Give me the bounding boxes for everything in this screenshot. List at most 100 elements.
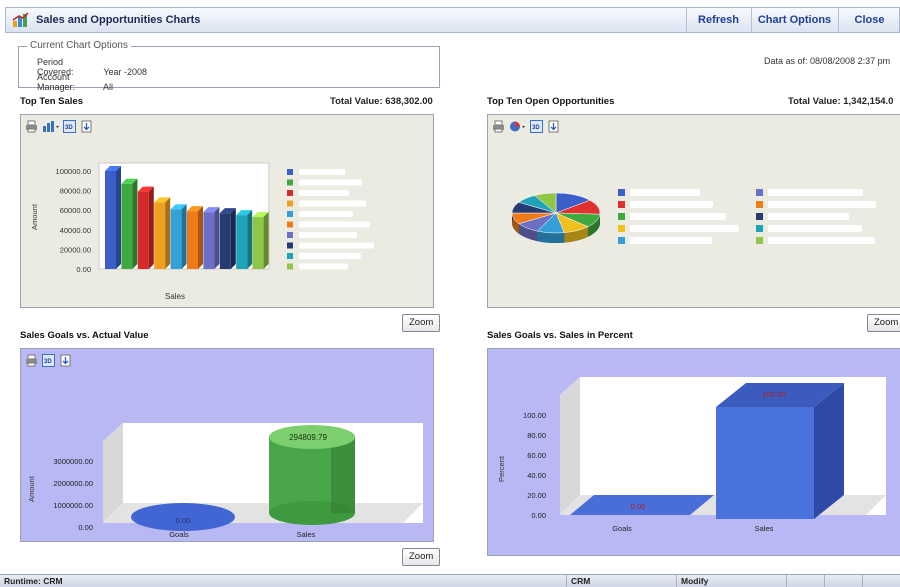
y-tick-label: 40000.00 bbox=[60, 226, 91, 235]
legend-entry-redacted bbox=[630, 225, 739, 232]
3d-view-icon[interactable]: 3D bbox=[42, 354, 55, 367]
goals-vs-percent-chart: 100.00 80.00 60.00 40.00 20.00 0.00 0.00 100.… bbox=[487, 348, 900, 556]
bar-side bbox=[198, 206, 203, 269]
legend-entry-redacted bbox=[299, 169, 345, 175]
legend-entry-redacted bbox=[299, 242, 374, 249]
legend-swatch bbox=[756, 201, 763, 208]
bar bbox=[236, 215, 248, 269]
manager-row: Account Manager: All bbox=[37, 72, 113, 92]
y-tick-label: 3000000.00 bbox=[53, 457, 93, 466]
3d-view-icon[interactable]: 3D bbox=[63, 120, 76, 133]
legend-entry-redacted bbox=[299, 263, 348, 270]
legend-swatch bbox=[618, 201, 625, 208]
goals-value-label: 0.00 bbox=[631, 502, 646, 511]
manager-value: All bbox=[103, 82, 114, 92]
y-axis-label: Amount bbox=[27, 475, 36, 502]
refresh-button[interactable]: Refresh bbox=[686, 8, 750, 32]
y-tick-label: 0.00 bbox=[78, 523, 93, 532]
legend-entry-redacted bbox=[299, 221, 370, 228]
x-axis-label: Sales bbox=[165, 292, 185, 301]
window-title: Sales and Opportunities Charts bbox=[36, 14, 201, 26]
bar bbox=[203, 212, 215, 269]
legend-entry-redacted bbox=[299, 200, 366, 207]
chart-toolbar: 3D bbox=[21, 115, 433, 139]
top-ten-sales-plot: 100000.00 80000.00 60000.00 40000.00 20000.0… bbox=[30, 162, 374, 301]
print-icon[interactable] bbox=[25, 120, 38, 133]
sales-charts-window: Sales and Opportunities Charts Refresh C… bbox=[0, 0, 900, 587]
bar bbox=[137, 191, 149, 269]
top-ten-sales-panel: Top Ten Sales Total Value: 638,302.00 3D… bbox=[20, 96, 441, 332]
sales-category-label: Sales bbox=[297, 530, 316, 539]
export-icon[interactable] bbox=[59, 354, 72, 367]
status-runtime: Runtime: CRM bbox=[4, 576, 63, 586]
y-tick-label: 100000.00 bbox=[56, 167, 91, 176]
plot-side-wall bbox=[560, 377, 580, 515]
legend-entry-redacted bbox=[768, 225, 862, 232]
bar-side bbox=[181, 204, 187, 269]
y-tick-label: 60.00 bbox=[527, 451, 546, 460]
y-tick-label: 20000.00 bbox=[60, 245, 91, 254]
3d-view-icon[interactable]: 3D bbox=[530, 120, 543, 133]
pie-type-icon[interactable] bbox=[509, 120, 527, 133]
legend-swatch bbox=[756, 237, 763, 244]
print-icon[interactable] bbox=[25, 354, 38, 367]
legend-swatch bbox=[756, 189, 763, 196]
goals-vs-actual-chart: 3D 3000000.00 2000000.00 1000000.00 0.00 0.… bbox=[20, 348, 434, 542]
goals-vs-actual-title: Sales Goals vs. Actual Value bbox=[20, 330, 149, 341]
status-cell-empty-2 bbox=[824, 575, 862, 587]
legend-swatch bbox=[756, 225, 763, 232]
bar bbox=[187, 211, 198, 269]
svg-text:3D: 3D bbox=[44, 359, 52, 365]
bar-side bbox=[165, 197, 171, 269]
legend-entry-redacted bbox=[299, 232, 357, 238]
top-ten-sales-title: Top Ten Sales bbox=[20, 96, 83, 107]
bar-side bbox=[230, 208, 236, 269]
bar-side bbox=[247, 210, 253, 269]
legend-swatch bbox=[618, 225, 625, 232]
legend-entry-redacted bbox=[299, 253, 361, 259]
svg-text:3D: 3D bbox=[65, 125, 73, 131]
export-icon[interactable] bbox=[80, 120, 93, 133]
y-tick-label: 0.00 bbox=[76, 265, 91, 274]
print-icon[interactable] bbox=[492, 120, 505, 133]
y-axis-label: Amount bbox=[30, 203, 39, 230]
chart-type-icon[interactable] bbox=[42, 120, 60, 133]
legend-swatch bbox=[618, 189, 625, 196]
status-bar: Runtime: CRM CRM Modify bbox=[0, 574, 900, 587]
goals-vs-actual-plot: 3000000.002000000.001000000.000.00 0.00 … bbox=[27, 423, 423, 539]
top-ten-opportunities-total: Total Value: 1,342,154.0 bbox=[788, 96, 894, 107]
y-tick-label: 60000.00 bbox=[60, 206, 91, 215]
chart-options-button[interactable]: Chart Options bbox=[751, 8, 837, 32]
legend-entry-redacted bbox=[630, 201, 713, 208]
zoom-button[interactable]: Zoom bbox=[402, 548, 441, 566]
sales-category-label: Sales bbox=[755, 524, 774, 533]
export-icon[interactable] bbox=[547, 120, 560, 133]
y-tick-label: 40.00 bbox=[527, 471, 546, 480]
bar-side bbox=[214, 207, 220, 269]
status-cell-empty-1 bbox=[786, 575, 824, 587]
legend-entry-redacted bbox=[630, 213, 726, 220]
legend-swatch bbox=[756, 213, 763, 220]
legend-entry-redacted bbox=[630, 237, 712, 244]
close-button[interactable]: Close bbox=[838, 8, 900, 32]
legend-swatch bbox=[618, 213, 625, 220]
bar-side bbox=[116, 166, 121, 269]
bar-side bbox=[263, 212, 269, 269]
legend-swatch bbox=[618, 237, 625, 244]
top-ten-opportunities-plot bbox=[511, 189, 876, 244]
top-ten-sales-chart: 3D 100000.00 80000.00 60000.00 40000.00 2000… bbox=[20, 114, 434, 308]
y-tick-label: 80000.00 bbox=[60, 187, 91, 196]
goals-vs-percent-title: Sales Goals vs. Sales in Percent bbox=[487, 330, 633, 341]
legend-swatch bbox=[287, 190, 293, 196]
legend-entry-redacted bbox=[299, 179, 362, 186]
y-tick-label: 2000000.00 bbox=[53, 479, 93, 488]
legend-entry-redacted bbox=[768, 201, 876, 208]
legend-swatch bbox=[287, 242, 293, 249]
svg-text:3D: 3D bbox=[532, 125, 540, 131]
legend-swatch bbox=[287, 179, 293, 186]
manager-label: Account Manager: bbox=[37, 72, 76, 92]
goals-value-label: 0.00 bbox=[176, 516, 191, 525]
top-ten-sales-total: Total Value: 638,302.00 bbox=[330, 96, 433, 107]
chart-toolbar: 3D bbox=[488, 115, 900, 139]
y-tick-label: 0.00 bbox=[531, 511, 546, 520]
